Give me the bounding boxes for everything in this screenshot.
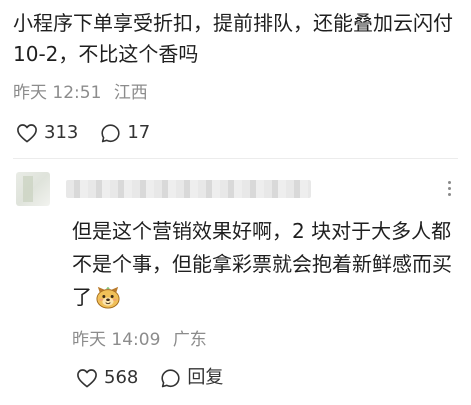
reply-button[interactable]: 回复 bbox=[160, 367, 223, 389]
main-comment-actions: 313 17 bbox=[16, 122, 172, 144]
reply-location: 广东 bbox=[172, 330, 207, 350]
main-comment-count: 17 bbox=[127, 122, 151, 143]
main-comment-time: 昨天 12:51 bbox=[13, 83, 102, 103]
main-comment-meta: 昨天 12:51 江西 bbox=[13, 82, 148, 104]
reply-meta: 昨天 14:09 广东 bbox=[72, 329, 207, 351]
reply-button-label: 回复 bbox=[187, 367, 224, 388]
reply-text: 但是这个营销效果好啊，2 块对于大多人都不是个事，但能拿彩票就会抱着新鲜感而买了 bbox=[72, 215, 464, 314]
main-like-count: 313 bbox=[44, 122, 79, 143]
heart-outline-icon bbox=[77, 369, 97, 388]
main-like-button[interactable]: 313 bbox=[16, 122, 78, 144]
reply-like-count: 568 bbox=[104, 367, 139, 388]
speech-bubble-icon bbox=[161, 368, 180, 387]
speech-bubble-icon bbox=[101, 123, 120, 142]
reply-time: 昨天 14:09 bbox=[72, 330, 161, 350]
divider bbox=[13, 158, 458, 159]
dog-face-emoji bbox=[96, 286, 120, 309]
reply-like-button[interactable]: 568 bbox=[76, 367, 138, 389]
main-comment-location: 江西 bbox=[113, 83, 148, 103]
more-vertical-icon[interactable] bbox=[440, 176, 458, 200]
main-comment-button[interactable]: 17 bbox=[100, 122, 150, 144]
heart-outline-icon bbox=[17, 124, 37, 143]
username-blurred[interactable] bbox=[66, 180, 311, 198]
avatar[interactable] bbox=[16, 172, 50, 206]
reply-actions: 568 回复 bbox=[76, 367, 245, 389]
reply-text-content: 但是这个营销效果好啊，2 块对于大多人都不是个事，但能拿彩票就会抱着新鲜感而买了 bbox=[72, 219, 452, 309]
comment-thread: 小程序下单享受折扣，提前排队，还能叠加云闪付10-2，不比这个香吗 昨天 12:… bbox=[0, 0, 471, 405]
main-comment-text: 小程序下单享受折扣，提前排队，还能叠加云闪付10-2，不比这个香吗 bbox=[13, 11, 453, 66]
